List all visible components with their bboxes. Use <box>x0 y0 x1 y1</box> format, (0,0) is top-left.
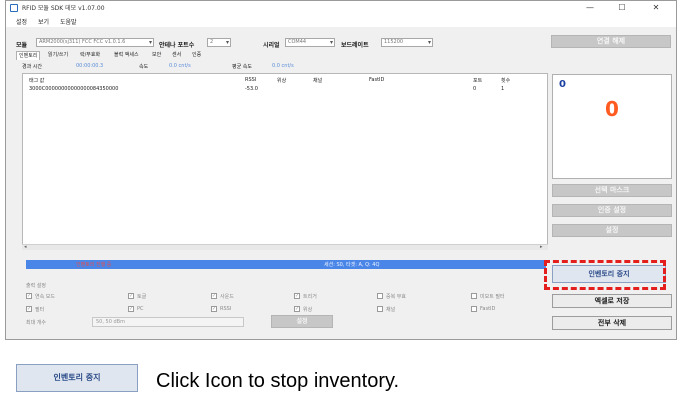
maximize-button[interactable]: ☐ <box>612 2 632 14</box>
menu-settings[interactable]: 설정 <box>16 17 27 26</box>
tab-authentication[interactable]: 인증 <box>192 51 201 60</box>
average-speed-value: 0.0 cnt/s <box>272 63 294 69</box>
tag-table[interactable]: 태그 값 RSSI 위상 채널 FastID 포트 횟수 3000C000000… <box>22 73 548 249</box>
progress-session-text: 세션: S0, 타겟: A, Q: 4Q <box>324 262 380 268</box>
delete-all-label: 전부 삭제 <box>597 319 627 327</box>
table-row[interactable]: 3000C00000000000000084350000 -53.0 0 1 <box>23 85 547 93</box>
column-header-tag-value[interactable]: 태그 값 <box>29 77 44 84</box>
continuous-mode-label: 연속 모드 <box>35 294 55 300</box>
column-header-fastid[interactable]: FastID <box>369 77 384 83</box>
checkbox-toggle[interactable]: ✓ <box>128 293 134 299</box>
minimize-button[interactable]: — <box>580 2 600 14</box>
checkbox-rssi[interactable]: ✓ <box>211 306 217 312</box>
save-excel-label: 엑셀로 저장 <box>594 297 630 305</box>
delete-all-button[interactable]: 전부 삭제 <box>552 316 672 330</box>
unique-count: 0 <box>559 79 566 90</box>
close-button[interactable]: ✕ <box>646 2 666 14</box>
channel-label: 채널 <box>386 307 396 313</box>
rssi-label: RSSI <box>220 306 232 312</box>
antenna-port-label: 안테나 포트수 <box>159 42 195 49</box>
settings-button[interactable]: 설정 <box>552 224 672 237</box>
antenna-port-select[interactable]: 2 <box>207 38 231 47</box>
column-header-phase[interactable]: 위상 <box>277 77 286 84</box>
elapsed-time-label: 경과 시간 <box>22 64 42 70</box>
tab-block-access[interactable]: 블럭 액세스 <box>114 51 139 60</box>
tag-counter-panel: 0 0 <box>552 74 672 179</box>
checkbox-pc[interactable]: ✓ <box>128 306 134 312</box>
options-section-label: 출력 설정 <box>26 283 46 289</box>
column-header-port[interactable]: 포트 <box>473 77 482 84</box>
serial-label: 시리얼 <box>263 42 280 49</box>
checkbox-sound[interactable]: ✓ <box>211 293 217 299</box>
stop-button-highlight <box>544 260 666 290</box>
checkbox-filter[interactable]: ✓ <box>26 306 32 312</box>
checkbox-phase[interactable]: ✓ <box>294 306 300 312</box>
checkbox-continuous-mode[interactable]: ✓ <box>26 293 32 299</box>
table-cell-rssi: -53.0 <box>245 86 258 92</box>
checkbox-remote-filter[interactable] <box>471 293 477 299</box>
checkbox-duplicate-ignore[interactable] <box>377 293 383 299</box>
save-excel-button[interactable]: 엑셀로 저장 <box>552 294 672 308</box>
tab-lock-kill[interactable]: 락/무효화 <box>80 51 100 60</box>
tab-inventory[interactable]: 인벤토리 <box>16 51 41 60</box>
tab-security[interactable]: 보안 <box>152 51 161 60</box>
select-mask-button[interactable]: 선택 마스크 <box>552 184 672 197</box>
module-label: 모듈 <box>16 42 28 49</box>
output-settings-label: 설정 <box>296 318 308 325</box>
remote-filter-label: 미모트 필터 <box>480 294 505 300</box>
column-header-rssi[interactable]: RSSI <box>245 77 256 83</box>
column-header-channel[interactable]: 채널 <box>313 77 322 84</box>
filter-label: 필터 <box>35 307 45 313</box>
auth-settings-label: 인증 설정 <box>597 206 627 214</box>
disconnect-label: 연결 해제 <box>596 37 626 45</box>
table-cell-count: 1 <box>501 86 505 92</box>
elapsed-time-value: 00:00:00.3 <box>76 63 104 69</box>
toggle-label: 토글 <box>137 294 147 300</box>
title-bar: RFID 모듈 SDK 데모 v1.07.00 — ☐ ✕ <box>6 1 676 15</box>
instruction-caption: Click Icon to stop inventory. <box>156 370 400 392</box>
menu-help[interactable]: 도움말 <box>60 17 77 26</box>
scroll-right-icon[interactable]: ▸ <box>540 244 543 250</box>
settings-label: 설정 <box>605 226 619 234</box>
output-settings-button[interactable]: 설정 <box>271 315 333 328</box>
phase-label: 위상 <box>303 307 313 313</box>
duplicate-ignore-label: 중복 무효 <box>386 294 406 300</box>
average-speed-label: 평균 속도 <box>232 64 252 70</box>
select-mask-label: 선택 마스크 <box>594 186 630 194</box>
menu-bar: 설정 보기 도움말 <box>6 15 676 27</box>
example-stop-inventory-label: 인벤토리 중지 <box>53 373 101 382</box>
menu-view[interactable]: 보기 <box>38 17 49 26</box>
app-window: RFID 모듈 SDK 데모 v1.07.00 — ☐ ✕ 설정 보기 도움말 … <box>5 0 677 340</box>
speed-value: 0.0 cnt/s <box>169 63 191 69</box>
total-count: 0 <box>605 97 619 121</box>
speed-label: 속도 <box>139 64 149 70</box>
tab-read-write[interactable]: 읽기/쓰기 <box>48 51 68 60</box>
app-icon <box>10 4 18 12</box>
checkbox-channel[interactable] <box>377 306 383 312</box>
table-cell-tag-value: 3000C00000000000000084350000 <box>29 86 119 92</box>
max-count-label: 최대 개수 <box>26 320 46 326</box>
disconnect-button[interactable]: 연결 해제 <box>551 35 671 48</box>
scroll-left-icon[interactable]: ◂ <box>24 244 27 250</box>
progress-status-text: 인벤토리 진행 중 <box>76 262 112 268</box>
auth-settings-button[interactable]: 인증 설정 <box>552 204 672 217</box>
baud-rate-select[interactable]: 115200 <box>381 38 433 47</box>
tab-sensor[interactable]: 센서 <box>172 51 181 60</box>
window-title: RFID 모듈 SDK 데모 v1.07.00 <box>22 5 105 12</box>
table-cell-port: 0 <box>473 86 477 92</box>
max-count-input[interactable]: 50, 50 dBm <box>92 317 244 327</box>
pc-label: PC <box>137 306 144 312</box>
module-select[interactable]: ARM2000(sj311) FCC FCC v1.0.1.6 <box>36 38 154 47</box>
example-stop-inventory-button: 인벤토리 중지 <box>16 364 138 392</box>
checkbox-fastid[interactable] <box>471 306 477 312</box>
trigger-label: 트리거 <box>303 294 317 300</box>
fastid-label: FastID <box>480 306 496 312</box>
sound-label: 사운드 <box>220 294 234 300</box>
column-header-count[interactable]: 횟수 <box>501 77 510 84</box>
serial-select[interactable]: COM44 <box>285 38 335 47</box>
baud-rate-label: 보드레이트 <box>341 42 369 49</box>
checkbox-trigger[interactable]: ✓ <box>294 293 300 299</box>
horizontal-scrollbar[interactable]: ◂ ▸ <box>22 244 548 250</box>
